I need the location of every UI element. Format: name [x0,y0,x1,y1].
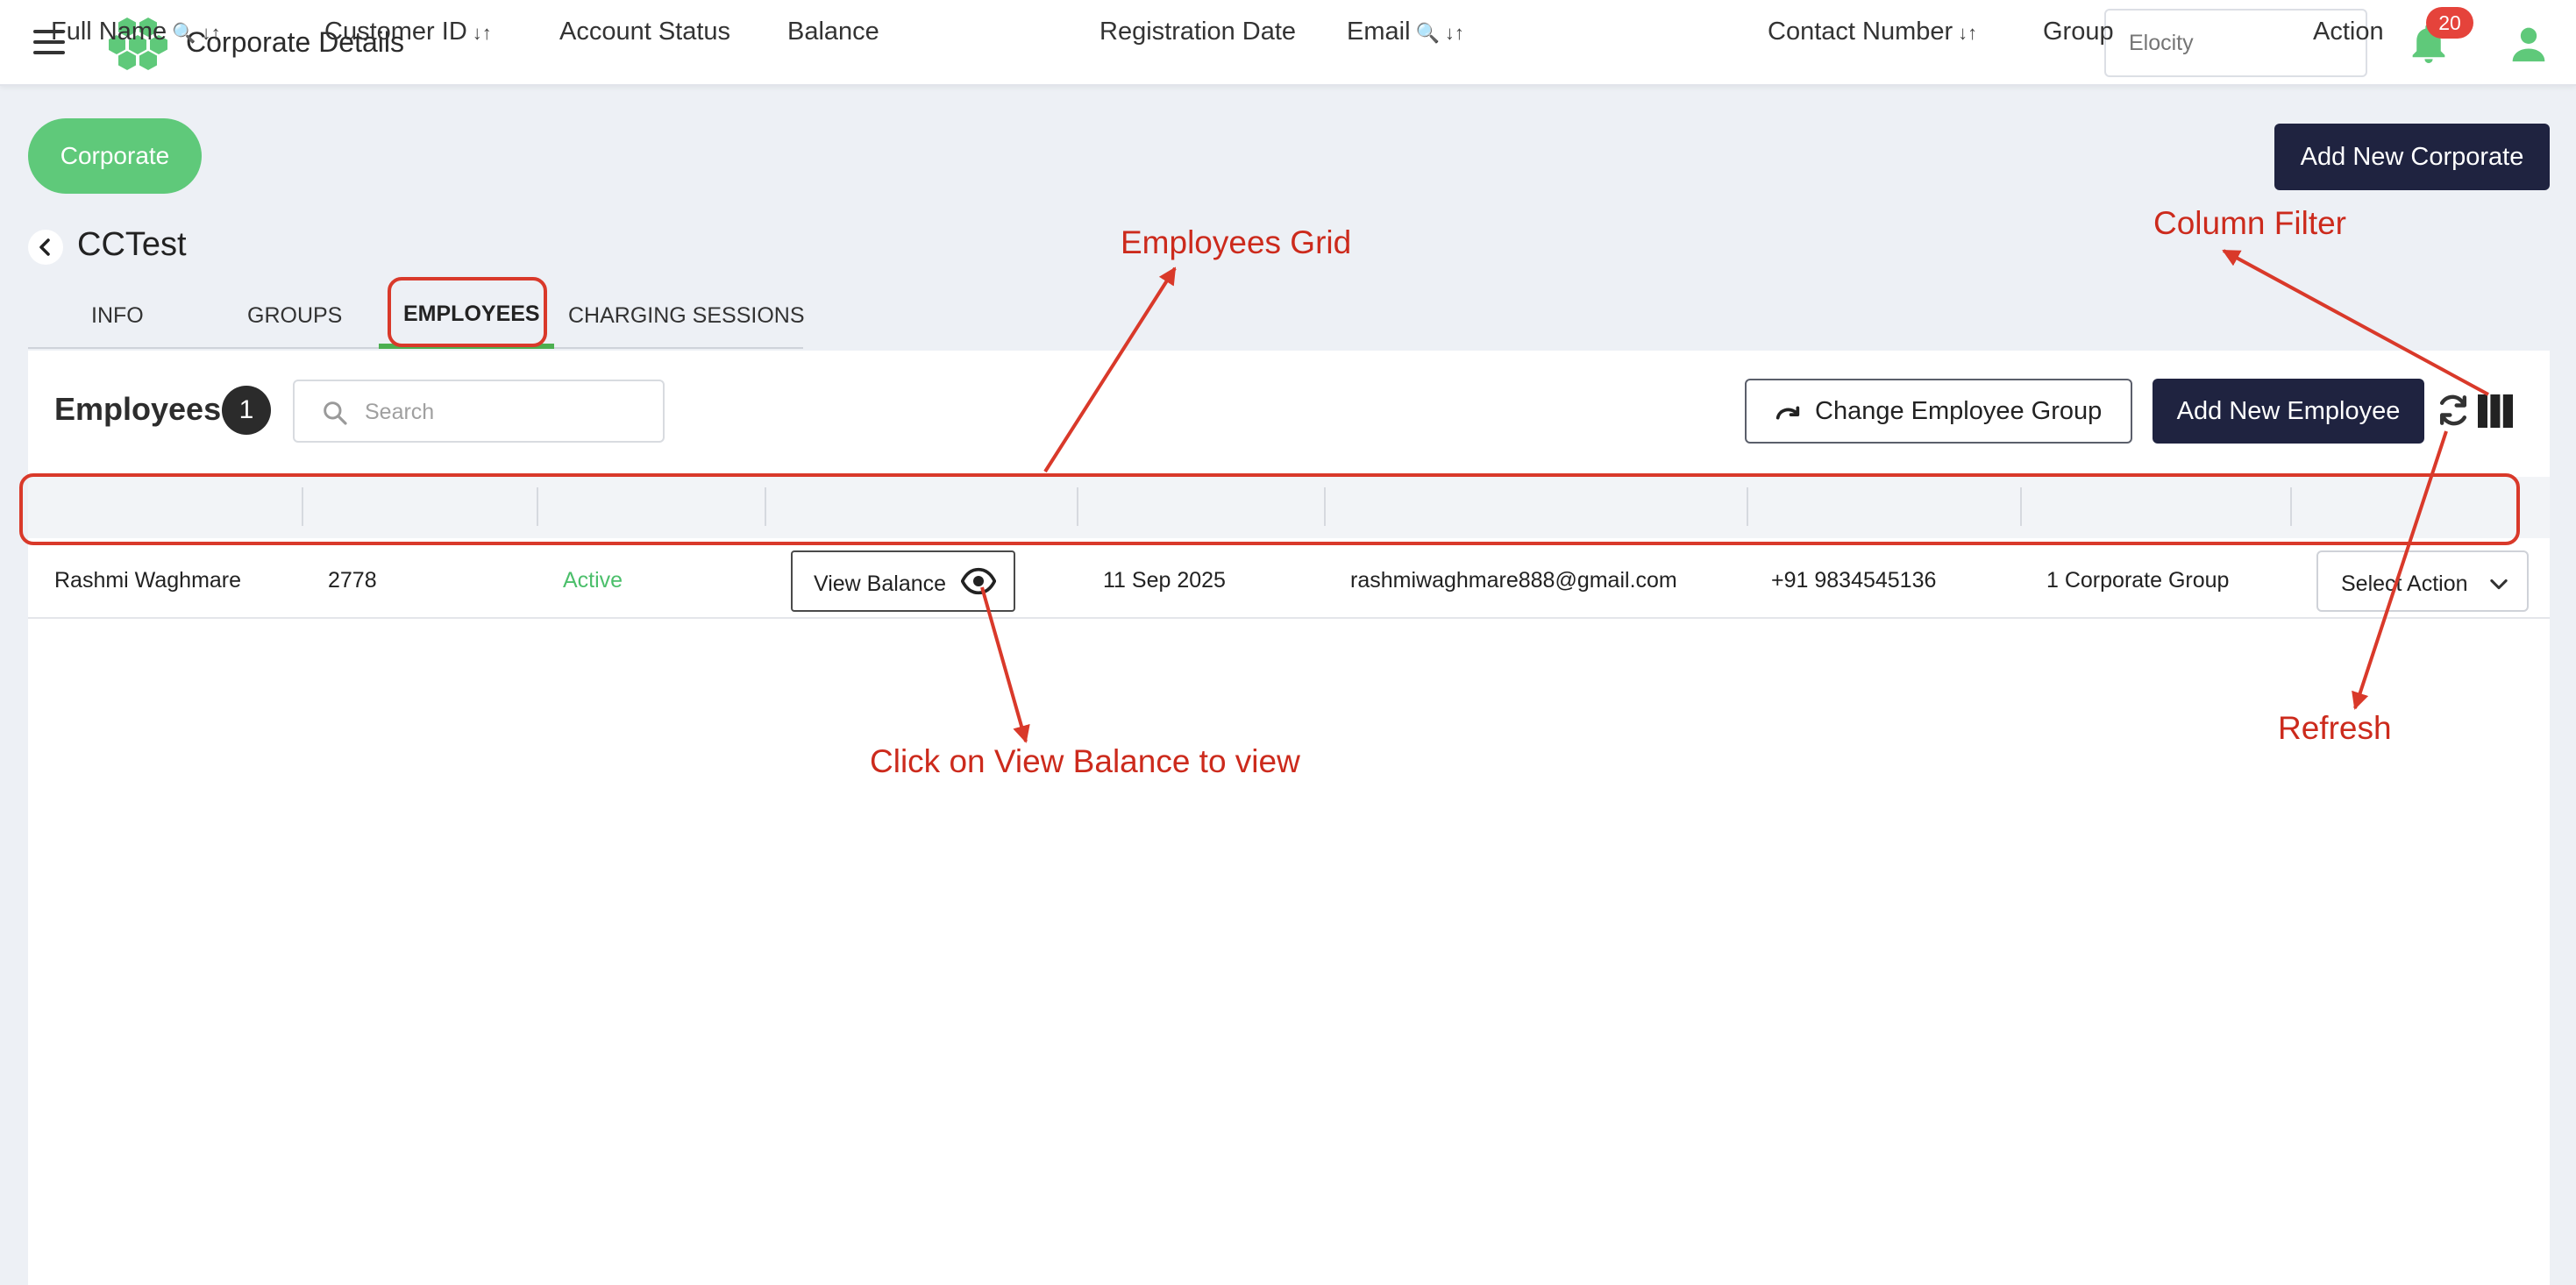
cell-full-name: Rashmi Waghmare [54,568,242,593]
chevron-left-icon [39,238,50,256]
search-icon [324,401,347,425]
annotation-box-employees-tab [388,277,547,347]
select-action-dropdown[interactable]: Select Action [2316,550,2529,612]
tab-charging-sessions[interactable]: CHARGING SESSIONS [568,303,805,329]
add-new-employee-button[interactable]: Add New Employee [2153,379,2424,444]
column-header-email[interactable]: Email 🔍 ↓↑ [1347,18,1464,46]
chevron-down-icon [2490,579,2508,590]
change-employee-group-label: Change Employee Group [1815,397,2103,425]
column-header-action[interactable]: Action [2313,18,2384,46]
employee-count-badge: 1 [222,386,271,435]
notification-count-badge: 20 [2426,7,2473,39]
annotation-column-filter: Column Filter [2153,205,2346,241]
column-filter-icon[interactable] [2478,394,2513,428]
cell-contact-number: +91 9834545136 [1771,568,1937,593]
eye-icon [961,567,996,595]
column-label: Email [1347,18,1411,46]
column-label: Customer ID [324,18,467,46]
refresh-icon[interactable] [2434,391,2473,430]
add-new-corporate-button[interactable]: Add New Corporate [2274,124,2550,190]
cell-customer-id: 2778 [328,568,377,593]
sort-icon[interactable]: ↓↑ [1958,22,1977,44]
sort-icon[interactable]: ↓↑ [202,22,221,44]
search-input[interactable] [365,397,645,427]
column-header-registration-date[interactable]: Registration Date [1099,18,1296,46]
column-header-group[interactable]: Group [2043,18,2114,46]
redo-arrow-icon [1775,406,1800,420]
annotation-view-balance-hint: Click on View Balance to view [870,743,1300,779]
column-header-full-name[interactable]: Full Name 🔍 ↓↑ [51,18,221,46]
view-balance-label: View Balance [814,572,947,596]
select-action-label: Select Action [2341,572,2468,596]
column-header-balance[interactable]: Balance [787,18,879,46]
column-header-contact-number[interactable]: Contact Number ↓↑ [1768,18,1977,46]
cell-registration-date: 11 Sep 2025 [1103,568,1226,593]
search-icon[interactable]: 🔍 [1416,22,1440,44]
column-label: Contact Number [1768,18,1953,46]
sort-icon[interactable]: ↓↑ [1445,22,1464,44]
corporate-name-title: CCTest [77,226,187,263]
cell-group: 1 Corporate Group [2046,568,2230,593]
sort-icon[interactable]: ↓↑ [473,22,492,44]
search-icon[interactable]: 🔍 [172,22,196,44]
column-label: Full Name [51,18,167,46]
corporate-pill-button[interactable]: Corporate [28,118,202,194]
user-avatar-icon[interactable] [2509,25,2548,63]
back-button[interactable] [28,230,63,265]
change-employee-group-button[interactable]: Change Employee Group [1745,379,2132,444]
cell-email: rashmiwaghmare888@gmail.com [1350,568,1677,593]
annotation-employees-grid: Employees Grid [1121,224,1352,260]
annotation-box-table-header [19,473,2520,545]
annotation-refresh: Refresh [2278,710,2392,746]
cell-account-status: Active [563,568,623,593]
employee-search[interactable] [293,380,665,443]
column-header-account-status[interactable]: Account Status [559,18,730,46]
tab-info[interactable]: INFO [91,303,144,329]
employees-heading: Employees [54,391,222,427]
column-header-customer-id[interactable]: Customer ID ↓↑ [324,18,492,46]
tab-groups[interactable]: GROUPS [247,303,342,329]
view-balance-button[interactable]: View Balance [791,550,1015,612]
